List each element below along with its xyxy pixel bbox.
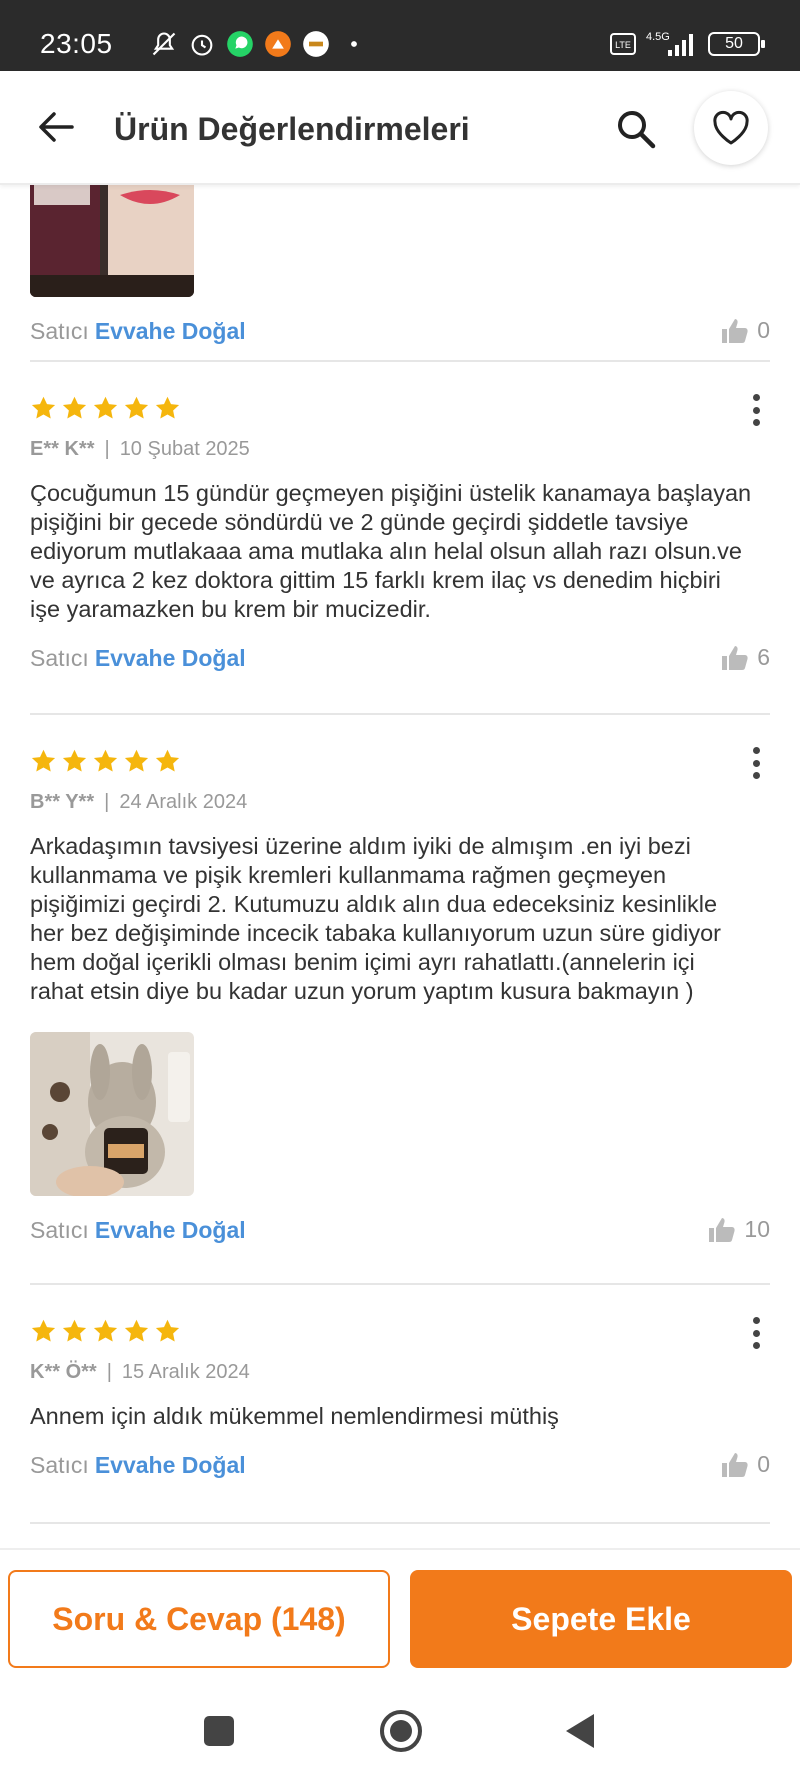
review-date: 15 Aralık 2024 — [121, 1361, 250, 1383]
star-icon — [124, 1319, 149, 1342]
star-icon — [93, 396, 118, 419]
like-count: 10 — [744, 1216, 770, 1242]
seller-label: Satıcı — [30, 317, 89, 344]
thumbs-up-icon — [722, 1452, 748, 1477]
seller-row: Satıcı Evvahe Doğal 0 — [30, 1445, 770, 1485]
page-title: Ürün Değerlendirmeleri — [114, 111, 470, 147]
home-button[interactable] — [380, 1710, 422, 1752]
review-options-button[interactable] — [742, 1313, 770, 1353]
search-button[interactable] — [612, 105, 662, 155]
star-rating — [30, 394, 770, 422]
review-meta: B** Y** | 24 Aralık 2024 — [30, 791, 770, 814]
star-icon — [124, 396, 149, 419]
star-icon — [31, 396, 56, 419]
top-app-bar: Ürün Değerlendirmeleri — [0, 71, 800, 185]
seller-label: Satıcı — [30, 1451, 89, 1478]
star-icon — [155, 1319, 180, 1342]
review-text: Annem için aldık mükemmel nemlendirmesi … — [30, 1403, 559, 1429]
review-card: B** Y** | 24 Aralık 2024 Arkadaşımın tavsi… — [30, 715, 770, 1285]
like-button[interactable]: 0 — [721, 317, 770, 344]
star-icon — [155, 396, 180, 419]
questions-answers-button[interactable]: Soru & Cevap (148) — [8, 1570, 390, 1668]
star-icon — [93, 749, 118, 772]
thumbs-up-icon — [722, 318, 748, 343]
alarm-icon — [191, 34, 213, 56]
seller-link[interactable]: Evvahe Doğal — [95, 1217, 246, 1244]
seller-row: Satıcı Evvahe Doğal 0 — [30, 311, 770, 351]
review-photo[interactable] — [30, 1032, 194, 1196]
whatsapp-icon — [227, 31, 253, 57]
star-icon — [62, 1319, 87, 1342]
seller-row: Satıcı Evvahe Doğal 6 — [30, 638, 770, 678]
recents-button[interactable] — [204, 1716, 234, 1746]
svg-text:4.5G: 4.5G — [646, 31, 670, 43]
star-rating — [30, 1317, 770, 1345]
seller-link[interactable]: Evvahe Doğal — [95, 645, 246, 672]
seller-row: Satıcı Evvahe Doğal 10 — [30, 1210, 770, 1250]
thumbs-up-icon — [722, 645, 748, 670]
thumbs-up-icon — [709, 1217, 736, 1242]
star-icon — [93, 1319, 118, 1342]
seller-label: Satıcı — [30, 1216, 89, 1243]
review-meta: K** Ö** | 15 Aralık 2024 — [30, 1361, 770, 1384]
svg-text:LTE: LTE — [615, 40, 631, 50]
reviewer-name: E** K** — [30, 438, 95, 460]
review-date: 10 Şubat 2025 — [119, 438, 250, 460]
mute-icon — [152, 32, 176, 56]
meta-separator: | — [104, 791, 110, 813]
review-date: 24 Aralık 2024 — [119, 791, 248, 813]
review-options-button[interactable] — [742, 390, 770, 430]
system-navigation-bar — [0, 1680, 800, 1777]
review-text: Arkadaşımın tavsiyesi üzerine aldım iyik… — [30, 833, 722, 1004]
back-button[interactable] — [32, 101, 84, 153]
customer-photo-image — [30, 1032, 194, 1196]
star-icon — [62, 396, 87, 419]
bottom-action-bar: Soru & Cevap (148) Sepete Ekle — [0, 1548, 800, 1678]
meta-separator: | — [106, 1361, 112, 1383]
like-button[interactable]: 10 — [708, 1216, 770, 1243]
seller-link[interactable]: Evvahe Doğal — [95, 318, 246, 345]
review-text: Çocuğumun 15 gündür geçmeyen pişiğini üs… — [30, 480, 752, 622]
reviewer-name: B** Y** — [30, 791, 95, 813]
review-card: K** Ö** | 15 Aralık 2024 Annem için aldık … — [30, 1285, 770, 1524]
review-meta: E** K** | 10 Şubat 2025 — [30, 438, 770, 461]
reviewer-name: K** Ö** — [30, 1361, 97, 1383]
star-icon — [31, 749, 56, 772]
heart-icon — [713, 110, 749, 145]
seller-link[interactable]: Evvahe Doğal — [95, 1452, 246, 1479]
like-count: 0 — [757, 1451, 770, 1477]
status-system-icons: LTE 4.5G 50 — [610, 30, 765, 58]
like-button[interactable]: 6 — [721, 644, 770, 671]
search-icon — [618, 111, 656, 149]
like-count: 6 — [757, 644, 770, 670]
reviews-list[interactable]: Satıcı Evvahe Doğal 0 E** K** | 10 Şubat 2… — [0, 185, 800, 1548]
star-icon — [155, 749, 180, 772]
app-notification-icon — [265, 31, 291, 57]
product-photo-image — [30, 185, 194, 297]
signal-icon: 4.5G — [646, 31, 693, 56]
like-count: 0 — [757, 317, 770, 343]
star-icon — [62, 749, 87, 772]
app-notification-icon-2 — [303, 31, 329, 57]
status-notification-icons — [150, 30, 368, 58]
review-card: E** K** | 10 Şubat 2025 Çocuğumun 15 gündü… — [30, 362, 770, 715]
like-button[interactable]: 0 — [721, 1451, 770, 1478]
battery-indicator: 50 — [708, 32, 765, 56]
review-photo[interactable] — [30, 185, 194, 297]
volte-icon: LTE — [610, 33, 636, 55]
star-icon — [31, 1319, 56, 1342]
review-options-button[interactable] — [742, 743, 770, 783]
favorite-button[interactable] — [694, 91, 768, 165]
status-time: 23:05 — [40, 28, 113, 59]
star-icon — [124, 749, 149, 772]
star-rating — [30, 747, 770, 775]
seller-label: Satıcı — [30, 644, 89, 671]
review-card: Satıcı Evvahe Doğal 0 — [30, 185, 770, 362]
system-back-button[interactable] — [566, 1714, 594, 1748]
arrow-left-icon — [39, 112, 74, 142]
status-bar: 23:05 LTE 4.5G 50 — [0, 0, 800, 71]
meta-separator: | — [104, 438, 110, 460]
add-to-cart-button[interactable]: Sepete Ekle — [410, 1570, 792, 1668]
more-notifications-icon — [351, 41, 357, 47]
